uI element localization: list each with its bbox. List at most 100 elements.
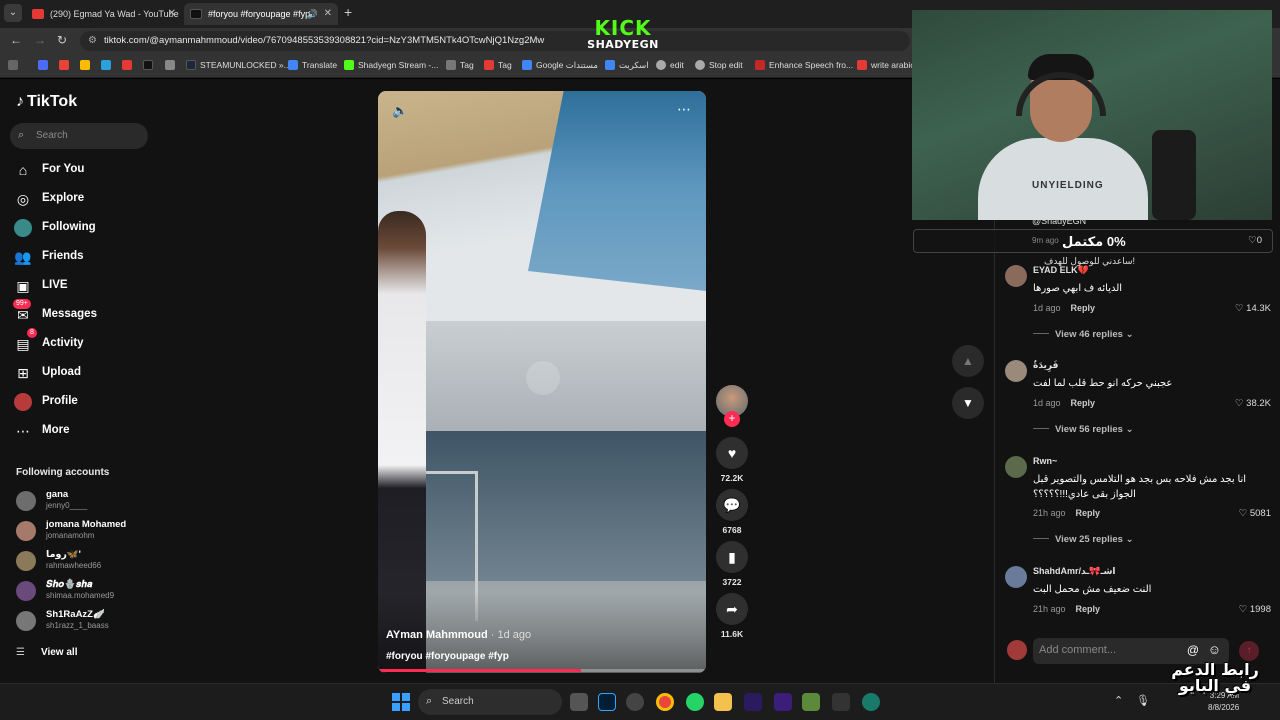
more-options-icon[interactable]: ⋯ — [677, 101, 692, 118]
nav-item-profile[interactable]: Profile — [14, 391, 154, 415]
google-icon[interactable] — [80, 60, 90, 70]
video-progress-bar[interactable] — [378, 669, 706, 672]
reply-button[interactable]: Reply — [1076, 604, 1101, 614]
comment-author[interactable]: فَرِيدَةٌ — [1033, 360, 1058, 371]
speaker-icon[interactable]: 🔊 — [307, 3, 318, 25]
task-view-icon[interactable] — [570, 693, 588, 711]
bookmark-google-docs[interactable]: Google مستندات — [522, 60, 598, 71]
nav-item-activity[interactable]: ▤ 8 Activity — [14, 328, 154, 357]
comment-button[interactable]: 💬 — [716, 489, 748, 521]
back-icon[interactable]: ← — [10, 33, 22, 47]
youtube-icon[interactable] — [122, 60, 132, 70]
comment-like-button[interactable]: ♡ 38.2K — [1235, 398, 1271, 409]
bookmark-shadyegn-stream[interactable]: Shadyegn Stream -... — [344, 60, 438, 70]
bookmark-edit[interactable]: edit — [656, 60, 684, 70]
like-button[interactable]: ♥ — [716, 437, 748, 469]
close-tab-icon[interactable]: ✕ — [168, 3, 176, 25]
next-video-button[interactable]: ▼ — [952, 387, 984, 419]
browser-tab-tiktok[interactable]: #foryou #foryoupage #fyp 🔊 ✕ — [184, 3, 338, 25]
comment-like-button[interactable]: ♡ 1998 — [1239, 604, 1271, 615]
avatar[interactable] — [1005, 360, 1027, 382]
bookmark-tag-2[interactable]: Tag — [484, 60, 512, 70]
audio-app-icon[interactable] — [832, 693, 850, 711]
bookmark-enhance-speech[interactable]: Enhance Speech fro... — [755, 60, 853, 70]
obs-icon[interactable] — [626, 693, 644, 711]
nav-item-messages[interactable]: ✉ 99+ Messages — [13, 299, 154, 328]
video-author[interactable]: AYman Mahmmoud · 1d ago — [386, 629, 531, 641]
gmail-icon[interactable] — [59, 60, 69, 70]
bookmark-write-arabic[interactable]: write arabic — [857, 60, 914, 70]
account-item[interactable]: jomana Mohamed jomanamohm — [16, 519, 156, 547]
forward-icon[interactable]: → — [34, 33, 46, 47]
windows-start-icon[interactable] — [392, 693, 410, 711]
play-icon[interactable] — [526, 361, 560, 395]
bookmark-stop-edit[interactable]: Stop edit — [695, 60, 743, 70]
account-item[interactable]: gana jenny0____ — [16, 489, 156, 517]
taskbar-search-input[interactable]: ⌕ Search — [418, 689, 562, 715]
follow-plus-icon[interactable]: + — [724, 411, 740, 427]
nav-item-following[interactable]: Following — [14, 217, 154, 241]
comment-author[interactable]: Rwn~ — [1033, 456, 1057, 466]
pinned-comment-like-button[interactable]: ♡0 — [1248, 235, 1262, 246]
account-item[interactable]: 𝑺𝒉𝒐🪬𝒔𝒉𝒂 shimaa.mohamed9 — [16, 579, 156, 607]
volume-icon[interactable]: 🔈 — [392, 103, 408, 119]
avatar[interactable] — [1005, 265, 1027, 287]
close-tab-icon[interactable]: ✕ — [324, 3, 332, 25]
browser-tab-youtube[interactable]: (290) Egmad Ya Wad - YouTube ✕ — [26, 3, 182, 25]
chevron-up-icon[interactable]: ⌃ — [1114, 694, 1123, 707]
nav-item-upload[interactable]: ⊞ Upload — [14, 362, 154, 386]
nav-item-for-you[interactable]: ⌂ For You — [14, 159, 154, 183]
bookmark-steam[interactable]: STEAMUNLOCKED »... — [186, 60, 291, 70]
video-hashtags[interactable]: #foryou #foryoupage #fyp — [386, 651, 509, 662]
bookmark-tag-1[interactable]: Tag — [446, 60, 474, 70]
microphone-icon[interactable]: 🎙 — [1136, 694, 1150, 707]
nav-item-friends[interactable]: 👥 Friends — [14, 246, 154, 270]
file-explorer-icon[interactable] — [714, 693, 732, 711]
view-replies-button[interactable]: View 46 replies ⌄ — [1033, 329, 1134, 340]
reply-button[interactable]: Reply — [1071, 398, 1096, 408]
photoshop-icon[interactable] — [598, 693, 616, 711]
view-replies-button[interactable]: View 25 replies ⌄ — [1033, 534, 1134, 545]
app-icon[interactable] — [802, 693, 820, 711]
tiktok-icon[interactable] — [143, 60, 153, 70]
avatar[interactable] — [1005, 456, 1027, 478]
bookmark-script[interactable]: اسكربت — [605, 60, 649, 71]
new-tab-button[interactable]: + — [344, 4, 352, 20]
comment-like-button[interactable]: ♡ 14.3K — [1235, 303, 1271, 314]
url-field[interactable]: ⚙ tiktok.com/@aymanmahmmoud/video/767094… — [80, 31, 910, 51]
apps-icon[interactable] — [8, 60, 18, 70]
reply-button[interactable]: Reply — [1076, 508, 1101, 518]
tiktok-logo[interactable]: ♪ TikTok — [16, 93, 77, 111]
emoji-icon[interactable]: ☺ — [1208, 642, 1221, 657]
account-item[interactable]: روما🦋' rahmawheed66 — [16, 549, 156, 577]
bookmark-translate[interactable]: Translate — [288, 60, 337, 70]
view-all-button[interactable]: ☰ View all — [16, 647, 77, 658]
post-comment-button[interactable]: ↑ — [1239, 641, 1259, 661]
meta-icon[interactable] — [38, 60, 48, 70]
whatsapp-icon[interactable] — [686, 693, 704, 711]
save-button[interactable]: ▮ — [716, 541, 748, 573]
nav-item-explore[interactable]: ◎ Explore — [14, 188, 154, 212]
account-item[interactable]: Sh1RaAzZ🪽 sh1razz_1_baass — [16, 609, 156, 637]
nav-item-live[interactable]: ▣ LIVE — [14, 275, 154, 299]
previous-video-button[interactable]: ▲ — [952, 345, 984, 377]
comment-author[interactable]: ShahdAmr/اشـ🎀ـد — [1033, 566, 1116, 577]
site-info-icon[interactable]: ⚙ — [88, 35, 97, 46]
app-icon[interactable] — [862, 693, 880, 711]
media-encoder-icon[interactable] — [774, 693, 792, 711]
view-replies-button[interactable]: View 56 replies ⌄ — [1033, 424, 1134, 435]
avatar[interactable] — [1005, 566, 1027, 588]
mention-icon[interactable]: @ — [1187, 643, 1199, 657]
reply-button[interactable]: Reply — [1071, 303, 1096, 313]
telegram-icon[interactable] — [101, 60, 111, 70]
video-player[interactable]: 🔈 ⋯ AYman Mahmmoud · 1d ago #foryou #for… — [378, 91, 706, 673]
share-button[interactable]: ➦ — [716, 593, 748, 625]
nav-item-more[interactable]: ⋯ More — [14, 420, 154, 444]
premiere-icon[interactable] — [744, 693, 762, 711]
chrome-icon[interactable] — [656, 693, 674, 711]
tab-search-button[interactable]: ⌄ — [4, 4, 22, 22]
comment-like-button[interactable]: ♡ 5081 — [1239, 508, 1271, 519]
bookmark-icon[interactable] — [165, 60, 175, 70]
search-input[interactable]: ⌕ Search — [10, 123, 148, 149]
reload-icon[interactable]: ↻ — [57, 33, 67, 47]
